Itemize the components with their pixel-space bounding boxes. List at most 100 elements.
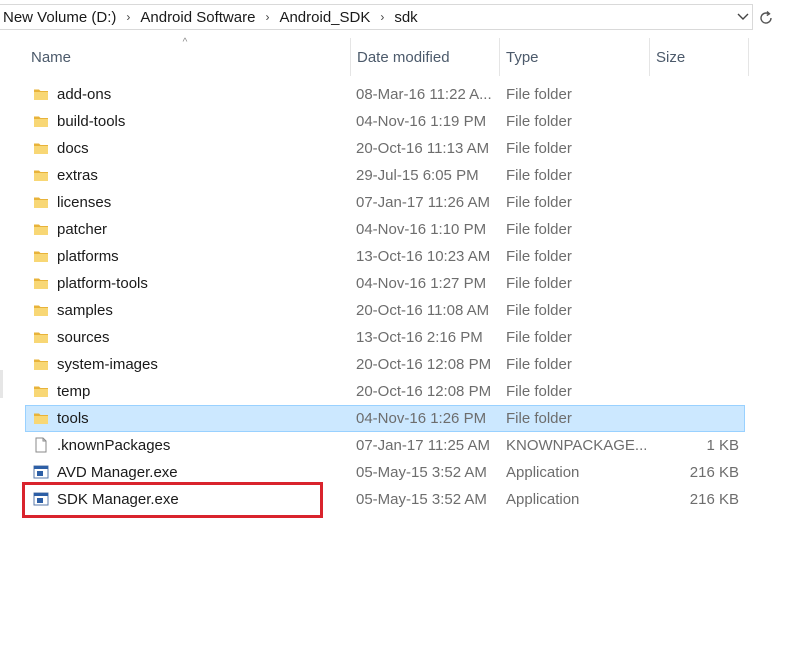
breadcrumb-sdk[interactable]: sdk xyxy=(394,9,417,26)
chevron-right-icon[interactable]: › xyxy=(116,10,140,24)
file-date-modified: 13-Oct-16 10:23 AM xyxy=(356,248,491,265)
file-date-modified: 13-Oct-16 2:16 PM xyxy=(356,329,483,346)
file-date-modified: 05-May-15 3:52 AM xyxy=(356,464,487,481)
file-row[interactable]: add-ons 08-Mar-16 11:22 A... File folder xyxy=(25,81,745,108)
file-row[interactable]: tools 04-Nov-16 1:26 PM File folder xyxy=(25,405,745,432)
file-size: 216 KB xyxy=(689,491,739,508)
column-header-name[interactable]: Name xyxy=(25,38,349,76)
file-type: File folder xyxy=(506,302,572,319)
file-date-modified: 20-Oct-16 11:08 AM xyxy=(356,302,490,319)
file-icon xyxy=(33,437,49,453)
file-date-modified: 04-Nov-16 1:27 PM xyxy=(356,275,487,292)
file-type: File folder xyxy=(506,140,572,157)
file-size xyxy=(649,297,739,324)
file-name: add-ons xyxy=(57,86,112,103)
folder-icon xyxy=(33,194,49,210)
file-name: sources xyxy=(57,329,110,346)
file-date-modified: 20-Oct-16 11:13 AM xyxy=(356,140,490,157)
file-date-modified: 04-Nov-16 1:26 PM xyxy=(356,410,487,427)
folder-icon xyxy=(33,383,49,399)
file-size xyxy=(649,324,739,351)
file-size xyxy=(649,216,739,243)
file-type: File folder xyxy=(506,167,572,184)
file-date-modified: 05-May-15 3:52 AM xyxy=(356,491,487,508)
chevron-down-icon[interactable] xyxy=(735,9,751,25)
refresh-icon[interactable] xyxy=(755,7,777,29)
file-size xyxy=(649,378,739,405)
file-type: File folder xyxy=(506,194,572,211)
chevron-right-icon[interactable]: › xyxy=(370,10,394,24)
breadcrumb-android-software[interactable]: Android Software xyxy=(140,9,255,26)
file-type: KNOWNPACKAGE... xyxy=(506,437,646,454)
file-list: add-ons 08-Mar-16 11:22 A... File folder bu… xyxy=(25,81,745,513)
nav-pane-edge xyxy=(0,370,3,398)
file-date-modified: 20-Oct-16 12:08 PM xyxy=(356,356,492,373)
file-date-modified: 07-Jan-17 11:26 AM xyxy=(356,194,490,211)
folder-icon xyxy=(33,140,49,156)
file-name: extras xyxy=(57,167,98,184)
file-name: samples xyxy=(57,302,113,319)
address-bar[interactable]: New Volume (D:) › Android Software › And… xyxy=(0,3,787,31)
file-row[interactable]: system-images 20-Oct-16 12:08 PM File fold… xyxy=(25,351,745,378)
breadcrumb[interactable]: New Volume (D:) › Android Software › And… xyxy=(0,4,753,30)
column-headers: ^ Name Date modified Type Size xyxy=(0,38,787,76)
file-size xyxy=(649,351,739,378)
highlight-box xyxy=(22,482,323,518)
file-size xyxy=(649,81,739,108)
folder-icon xyxy=(33,86,49,102)
file-size: 216 KB xyxy=(689,464,739,481)
file-size xyxy=(649,405,739,432)
file-row[interactable]: .knownPackages 07-Jan-17 11:25 AM KNOWNPAC… xyxy=(25,432,745,459)
file-row[interactable]: platform-tools 04-Nov-16 1:27 PM File fold… xyxy=(25,270,745,297)
file-size xyxy=(649,243,739,270)
breadcrumb-drive[interactable]: New Volume (D:) xyxy=(3,9,116,26)
file-size xyxy=(649,162,739,189)
file-type: File folder xyxy=(506,248,572,265)
file-type: File folder xyxy=(506,113,572,130)
folder-icon xyxy=(33,410,49,426)
column-header-date-modified[interactable]: Date modified xyxy=(350,38,499,76)
file-type: Application xyxy=(506,491,580,508)
file-name: platform-tools xyxy=(57,275,148,292)
file-type: File folder xyxy=(506,356,572,373)
file-size xyxy=(649,135,739,162)
file-size xyxy=(649,108,739,135)
file-row[interactable]: docs 20-Oct-16 11:13 AM File folder xyxy=(25,135,745,162)
file-type: File folder xyxy=(506,329,572,346)
file-row[interactable]: extras 29-Jul-15 6:05 PM File folder xyxy=(25,162,745,189)
file-type: File folder xyxy=(506,86,572,103)
file-row[interactable]: sources 13-Oct-16 2:16 PM File folder xyxy=(25,324,745,351)
file-row[interactable]: patcher 04-Nov-16 1:10 PM File folder xyxy=(25,216,745,243)
file-type: File folder xyxy=(506,410,572,427)
file-type: File folder xyxy=(506,275,572,292)
file-size: 1 KB xyxy=(706,437,739,454)
app-icon xyxy=(33,464,49,480)
file-name: patcher xyxy=(57,221,108,238)
chevron-right-icon[interactable]: › xyxy=(255,10,279,24)
file-type: Application xyxy=(506,464,580,481)
file-row[interactable]: platforms 13-Oct-16 10:23 AM File folder xyxy=(25,243,745,270)
file-row[interactable]: samples 20-Oct-16 11:08 AM File folder xyxy=(25,297,745,324)
column-header-size[interactable]: Size xyxy=(649,38,749,76)
file-name: docs xyxy=(57,140,89,157)
file-type: File folder xyxy=(506,383,572,400)
file-name: temp xyxy=(57,383,91,400)
column-header-type[interactable]: Type xyxy=(499,38,649,76)
file-type: File folder xyxy=(506,221,572,238)
file-name: build-tools xyxy=(57,113,126,130)
file-name: licenses xyxy=(57,194,112,211)
file-size xyxy=(649,189,739,216)
file-row[interactable]: temp 20-Oct-16 12:08 PM File folder xyxy=(25,378,745,405)
file-date-modified: 20-Oct-16 12:08 PM xyxy=(356,383,492,400)
file-date-modified: 07-Jan-17 11:25 AM xyxy=(356,437,490,454)
file-row[interactable]: licenses 07-Jan-17 11:26 AM File folder xyxy=(25,189,745,216)
file-name: .knownPackages xyxy=(57,437,171,454)
folder-icon xyxy=(33,329,49,345)
folder-icon xyxy=(33,302,49,318)
file-name: platforms xyxy=(57,248,119,265)
breadcrumb-android-sdk[interactable]: Android_SDK xyxy=(279,9,370,26)
file-date-modified: 04-Nov-16 1:19 PM xyxy=(356,113,487,130)
file-row[interactable]: build-tools 04-Nov-16 1:19 PM File folder xyxy=(25,108,745,135)
file-date-modified: 04-Nov-16 1:10 PM xyxy=(356,221,487,238)
file-date-modified: 29-Jul-15 6:05 PM xyxy=(356,167,479,184)
